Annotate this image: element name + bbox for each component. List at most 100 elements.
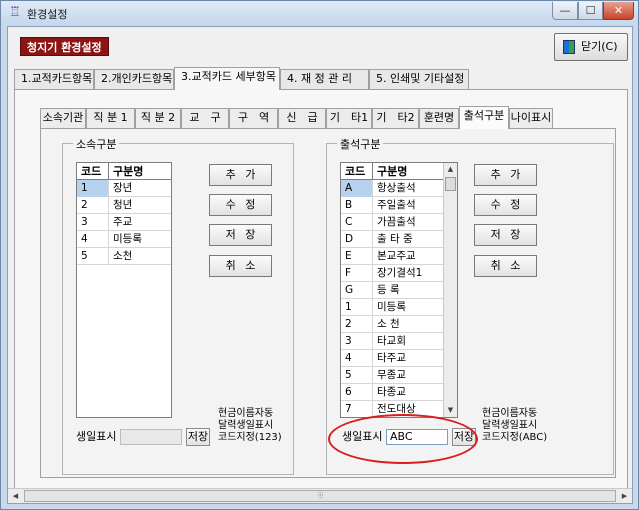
table-row[interactable]: 4 타주교 (341, 350, 457, 367)
table-row[interactable]: F 장기결석1 (341, 265, 457, 282)
cell-code[interactable]: G (341, 282, 373, 299)
cell-name[interactable]: 항상출석 (373, 180, 445, 197)
cell-name[interactable]: 타주교 (373, 350, 445, 367)
table-row[interactable]: 7 전도대상 (341, 401, 457, 417)
right-edit-button[interactable]: 수 정 (474, 194, 537, 216)
cell-name[interactable]: 장기결석1 (373, 265, 445, 282)
cell-code[interactable]: 1 (341, 299, 373, 316)
scroll-down-icon[interactable]: ▼ (444, 404, 457, 417)
cell-code[interactable]: 3 (341, 333, 373, 350)
cell-name[interactable]: 등 록 (373, 282, 445, 299)
table-row[interactable]: 6 타종교 (341, 384, 457, 401)
table-row[interactable]: B 주일출석 (341, 197, 457, 214)
column-header-name[interactable]: 구분명 (373, 163, 445, 180)
table-row[interactable]: D출 타 중 (341, 231, 457, 248)
cell-code[interactable]: 2 (341, 316, 373, 333)
tab-card-items[interactable]: 1.교적카드항목 (14, 69, 94, 89)
table-row[interactable]: C 가끔출석 (341, 214, 457, 231)
cell-code[interactable]: 5 (341, 367, 373, 384)
table-row[interactable]: A 항상출석 (341, 180, 457, 197)
subtab-attendance[interactable]: 출석구분 (459, 106, 509, 129)
left-cancel-button[interactable]: 취 소 (209, 255, 272, 277)
cell-code[interactable]: 1 (77, 180, 109, 197)
cell-code[interactable]: 4 (77, 231, 109, 248)
cell-name[interactable]: 청년 (109, 197, 171, 214)
table-row[interactable]: 1 장년 (77, 180, 171, 197)
cell-name[interactable]: 전도대상 (373, 401, 445, 417)
table-row[interactable]: 5 무종교 (341, 367, 457, 384)
attendance-grid[interactable]: 코드 구분명 A 항상출석 B 주일출석 C 가끔출석 D출 타 중 E 본교주교 F장… (340, 162, 458, 418)
table-row[interactable]: E 본교주교 (341, 248, 457, 265)
subtab-district[interactable]: 구 역 (229, 108, 278, 128)
cell-name[interactable]: 미등록 (373, 299, 445, 316)
cell-name[interactable]: 출 타 중 (373, 231, 445, 248)
subtab-faith-level[interactable]: 신 급 (278, 108, 326, 128)
affiliation-grid[interactable]: 코드 구분명 1 장년 2 청년 3 주교 4 미등록 5 소천 (76, 162, 172, 418)
right-cancel-button[interactable]: 취 소 (474, 255, 537, 277)
subtab-affiliation[interactable]: 소속기관 (40, 108, 86, 128)
tab-print-settings[interactable]: 5. 인쇄및 기타설정 (369, 69, 469, 89)
cell-name[interactable]: 미등록 (109, 231, 171, 248)
left-edit-button[interactable]: 수 정 (209, 194, 272, 216)
column-header-code[interactable]: 코드 (77, 163, 109, 180)
scroll-left-icon[interactable]: ◀ (8, 489, 23, 503)
cell-code[interactable]: 6 (341, 384, 373, 401)
subtab-position2[interactable]: 직 분 2 (135, 108, 181, 128)
cell-name[interactable]: 주일출석 (373, 197, 445, 214)
cell-name[interactable]: 타교회 (373, 333, 445, 350)
maximize-button[interactable]: ☐ (578, 2, 603, 20)
vertical-scrollbar[interactable]: ▲ ▼ (443, 163, 457, 417)
cell-code[interactable]: 2 (77, 197, 109, 214)
scroll-up-icon[interactable]: ▲ (444, 163, 457, 176)
column-header-code[interactable]: 코드 (341, 163, 373, 180)
cell-name[interactable]: 본교주교 (373, 248, 445, 265)
cell-code[interactable]: B (341, 197, 373, 214)
cell-name[interactable]: 소천 (109, 248, 171, 265)
tab-card-detail[interactable]: 3.교적카드 세부항목 (174, 67, 280, 90)
left-birthday-input[interactable] (120, 429, 182, 445)
table-row[interactable]: 2 청년 (77, 197, 171, 214)
table-row[interactable]: 3 타교회 (341, 333, 457, 350)
right-add-button[interactable]: 추 가 (474, 164, 537, 186)
right-save-button[interactable]: 저 장 (474, 224, 537, 246)
cell-code[interactable]: 3 (77, 214, 109, 231)
right-birthday-input[interactable]: ABC (386, 429, 448, 445)
horizontal-scrollbar[interactable]: ◀ ⦙⦙⦙ ▶ (8, 488, 632, 503)
window-close-button[interactable]: ✕ (603, 2, 634, 20)
scroll-right-icon[interactable]: ▶ (617, 489, 632, 503)
subtab-training[interactable]: 훈련명 (419, 108, 459, 128)
cell-name[interactable]: 주교 (109, 214, 171, 231)
left-save-button[interactable]: 저 장 (209, 224, 272, 246)
cell-name[interactable]: 무종교 (373, 367, 445, 384)
cell-code[interactable]: 4 (341, 350, 373, 367)
cell-name[interactable]: 장년 (109, 180, 171, 197)
tab-finance[interactable]: 4. 재 정 관 리 (280, 69, 369, 89)
column-header-name[interactable]: 구분명 (109, 163, 171, 180)
cell-code[interactable]: E (341, 248, 373, 265)
close-dialog-button[interactable]: 닫기(C) (554, 33, 628, 61)
cell-name[interactable]: 타종교 (373, 384, 445, 401)
title-bar[interactable]: ♖ 환경설정 (1, 1, 638, 25)
minimize-button[interactable]: — (552, 2, 578, 20)
subtab-age-display[interactable]: 나이표시 (509, 108, 553, 128)
cell-code[interactable]: A (341, 180, 373, 197)
subtab-etc1[interactable]: 기 타1 (326, 108, 372, 128)
tab-personal-card[interactable]: 2.개인카드항목 (94, 69, 174, 89)
right-birthday-save-button[interactable]: 저장 (452, 428, 476, 446)
left-birthday-save-button[interactable]: 저장 (186, 428, 210, 446)
subtab-parish[interactable]: 교 구 (181, 108, 229, 128)
subtab-position1[interactable]: 직 분 1 (86, 108, 135, 128)
table-row[interactable]: 2소 천 (341, 316, 457, 333)
table-row[interactable]: 5 소천 (77, 248, 171, 265)
cell-code[interactable]: C (341, 214, 373, 231)
scroll-thumb[interactable] (445, 177, 456, 191)
subtab-etc2[interactable]: 기 타2 (372, 108, 419, 128)
left-add-button[interactable]: 추 가 (209, 164, 272, 186)
cell-name[interactable]: 가끔출석 (373, 214, 445, 231)
cell-code[interactable]: 5 (77, 248, 109, 265)
cell-code[interactable]: D (341, 231, 373, 248)
table-row[interactable]: 4 미등록 (77, 231, 171, 248)
table-row[interactable]: G등 록 (341, 282, 457, 299)
cell-name[interactable]: 소 천 (373, 316, 445, 333)
table-row[interactable]: 3 주교 (77, 214, 171, 231)
